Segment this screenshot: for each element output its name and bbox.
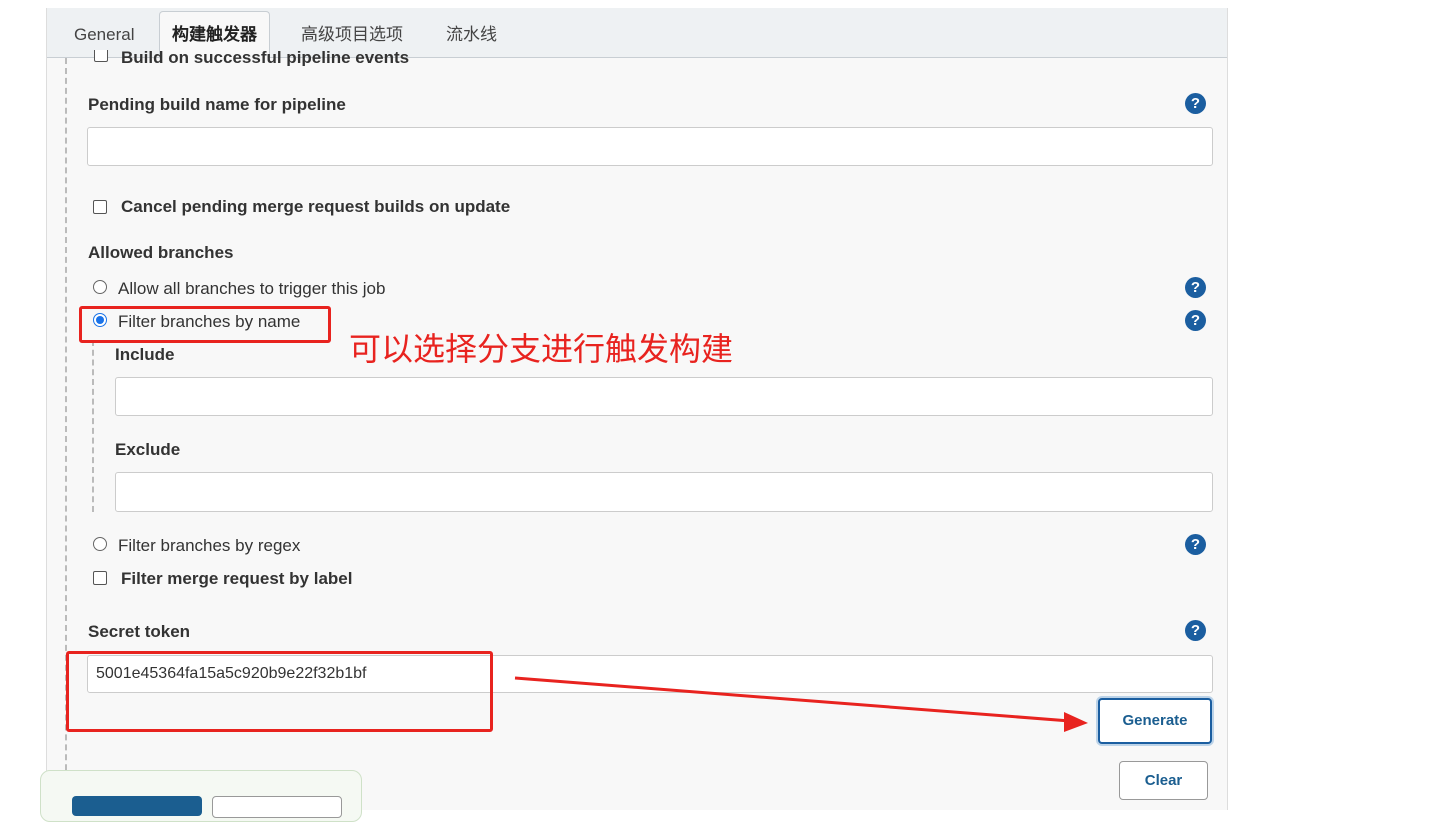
annotation-arrow	[514, 676, 1088, 732]
